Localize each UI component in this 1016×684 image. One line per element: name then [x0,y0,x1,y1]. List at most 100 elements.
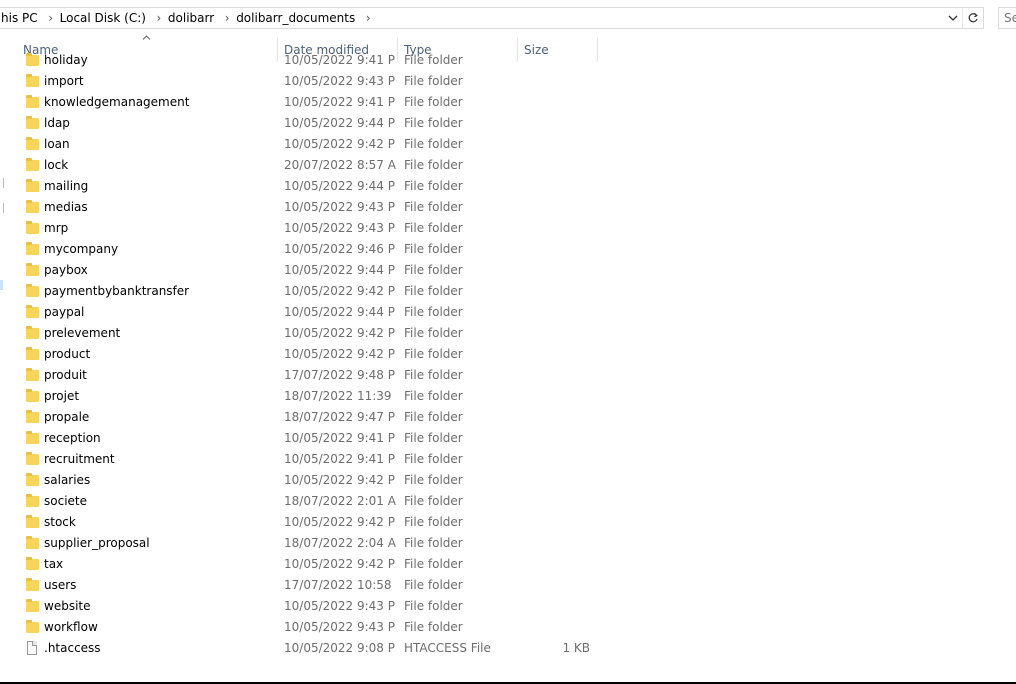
file-list-row[interactable]: mailing 10/05/2022 9:44 PM File folder [0,176,1016,197]
file-size [520,281,590,302]
file-list-row[interactable]: supplier_proposal 18/07/2022 2:04 AM File … [0,533,1016,554]
search-input[interactable]: Se [998,7,1016,29]
folder-icon-shape [26,452,39,465]
file-list-row[interactable]: loan 10/05/2022 9:42 PM File folder [0,134,1016,155]
date-modified: 10/05/2022 9:42 PM [284,557,396,571]
file-type: File folder [404,74,463,88]
breadcrumb-dolibarr-documents[interactable]: dolibarr_documents [234,11,361,25]
file-size [520,197,590,218]
file-list-row[interactable]: mrp 10/05/2022 9:43 PM File folder [0,218,1016,239]
file-name: lock [44,158,69,172]
file-type: File folder [404,200,463,214]
chevron-right-icon[interactable]: › [220,11,234,25]
folder-icon [26,596,40,617]
folder-icon [26,365,40,386]
file-list-row[interactable]: paybox 10/05/2022 9:44 PM File folder [0,260,1016,281]
breadcrumb-local-disk[interactable]: Local Disk (C:) [58,11,152,25]
chevron-right-icon[interactable]: › [361,11,375,25]
folder-icon-shape [26,221,39,234]
chevron-right-icon[interactable]: › [152,11,166,25]
file-size [520,92,590,113]
file-type: File folder [404,284,463,298]
file-list-row[interactable]: projet 18/07/2022 11:39 ... File folder [0,386,1016,407]
date-modified: 18/07/2022 2:01 AM [284,494,396,508]
folder-icon [26,323,40,344]
file-type: File folder [404,410,463,424]
folder-icon [26,281,40,302]
file-list-row[interactable]: lock 20/07/2022 8:57 AM File folder [0,155,1016,176]
file-name: paymentbybanktransfer [44,284,190,298]
file-list-row[interactable]: salaries 10/05/2022 9:42 PM File folder [0,470,1016,491]
file-name: paybox [44,263,88,277]
file-type: File folder [404,515,463,529]
file-size [520,302,590,323]
file-name: paypal [44,305,85,319]
folder-icon-shape [26,95,39,108]
file-list-row[interactable]: .htaccess 10/05/2022 9:08 PM HTACCESS File… [0,638,1016,659]
folder-icon [26,533,40,554]
file-type: File folder [404,389,463,403]
file-list-row[interactable]: product 10/05/2022 9:42 PM File folder [0,344,1016,365]
folder-icon-shape [26,137,39,150]
file-list-row[interactable]: tax 10/05/2022 9:42 PM File folder [0,554,1016,575]
file-name: stock [44,515,76,529]
file-size [520,386,590,407]
address-box[interactable]: his PC › Local Disk (C:) › dolibarr › do… [0,7,984,29]
file-name: mrp [44,221,69,235]
file-list-row[interactable]: workflow 10/05/2022 9:43 PM File folder [0,617,1016,638]
folder-icon [26,470,40,491]
file-type: File folder [404,221,463,235]
file-name: recruitment [44,452,115,466]
folder-icon-shape [26,284,39,297]
chevron-down-icon [948,15,958,21]
folder-icon-shape [26,557,39,570]
folder-icon-shape [26,578,39,591]
file-size [520,260,590,281]
file-size [520,239,590,260]
file-list-row[interactable]: stock 10/05/2022 9:42 PM File folder [0,512,1016,533]
file-size [520,428,590,449]
file-list-row[interactable]: paypal 10/05/2022 9:44 PM File folder [0,302,1016,323]
file-list-row[interactable]: paymentbybanktransfer 10/05/2022 9:42 PM F… [0,281,1016,302]
file-size [520,449,590,470]
folder-icon [26,155,40,176]
file-type: File folder [404,179,463,193]
breadcrumb-this-pc[interactable]: his PC [0,11,44,25]
folder-icon-shape [26,200,39,213]
file-name: reception [44,431,101,445]
folder-icon-shape [26,431,39,444]
file-name: .htaccess [44,641,101,655]
file-type: File folder [404,431,463,445]
file-list-row[interactable]: medias 10/05/2022 9:43 PM File folder [0,197,1016,218]
breadcrumb-dolibarr[interactable]: dolibarr [166,11,220,25]
address-history-button[interactable] [944,8,962,28]
file-list-row[interactable]: prelevement 10/05/2022 9:42 PM File folder [0,323,1016,344]
date-modified: 10/05/2022 9:42 PM [284,284,396,298]
file-list-row[interactable]: ldap 10/05/2022 9:44 PM File folder [0,113,1016,134]
date-modified: 10/05/2022 9:43 PM [284,74,396,88]
file-size [520,575,590,596]
folder-icon [26,428,40,449]
file-list-row[interactable]: website 10/05/2022 9:43 PM File folder [0,596,1016,617]
file-type: File folder [404,326,463,340]
file-list-row[interactable]: reception 10/05/2022 9:41 PM File folder [0,428,1016,449]
file-list-row[interactable]: produit 17/07/2022 9:48 PM File folder [0,365,1016,386]
folder-icon-shape [26,53,39,66]
refresh-button[interactable] [962,8,983,28]
folder-icon-shape [26,263,39,276]
file-list-row[interactable]: holiday 10/05/2022 9:41 PM File folder [0,52,1016,71]
file-list-row[interactable]: mycompany 10/05/2022 9:46 PM File folder [0,239,1016,260]
chevron-right-icon[interactable]: › [44,11,58,25]
file-size [520,365,590,386]
folder-icon-shape [26,305,39,318]
file-name: ldap [44,116,70,130]
file-size [520,176,590,197]
file-list-row[interactable]: propale 18/07/2022 9:47 PM File folder [0,407,1016,428]
file-list-row[interactable]: knowledgemanagement 10/05/2022 9:41 PM Fil… [0,92,1016,113]
file-type: File folder [404,452,463,466]
file-list-row[interactable]: users 17/07/2022 10:58 ... File folder [0,575,1016,596]
file-list-row[interactable]: societe 18/07/2022 2:01 AM File folder [0,491,1016,512]
file-name: propale [44,410,90,424]
file-list-row[interactable]: recruitment 10/05/2022 9:41 PM File folder [0,449,1016,470]
file-list-row[interactable]: import 10/05/2022 9:43 PM File folder [0,71,1016,92]
